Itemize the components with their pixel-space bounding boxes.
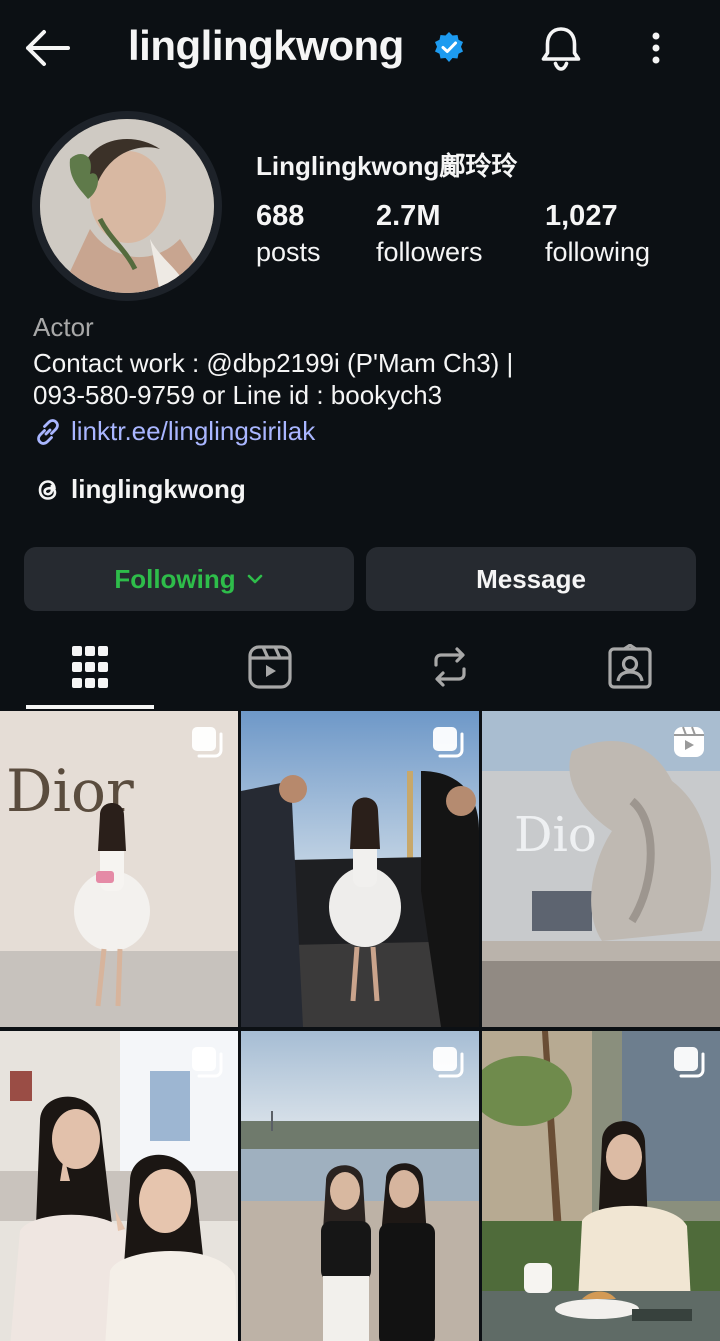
verified-badge-icon (435, 32, 463, 62)
post-thumbnail[interactable] (241, 711, 479, 1027)
display-name: Linglingkwong鄺玲玲 (256, 151, 518, 181)
profile-category: Actor (33, 312, 94, 342)
avatar-photo (40, 119, 214, 293)
reels-icon (248, 645, 292, 689)
bell-icon[interactable] (538, 24, 584, 72)
stat-posts-label: posts (256, 237, 321, 267)
tagged-icon (608, 644, 652, 689)
stat-posts[interactable]: 688 posts (256, 200, 321, 268)
message-label: Message (476, 563, 586, 594)
tab-reposts[interactable] (385, 627, 515, 707)
carousel-icon (433, 1047, 464, 1078)
carousel-icon (192, 727, 223, 758)
stat-followers-count: 2.7M (376, 200, 441, 232)
profile-tabs (0, 627, 720, 709)
post-thumbnail[interactable] (0, 1031, 238, 1341)
svg-text:Dio: Dio (514, 807, 597, 863)
following-label: Following (114, 563, 236, 594)
carousel-icon (433, 727, 464, 758)
post-thumbnail[interactable] (482, 1031, 720, 1341)
post-thumbnail[interactable]: Dio (482, 711, 720, 1027)
tab-tagged[interactable] (565, 627, 695, 707)
profile-avatar[interactable] (32, 111, 222, 301)
post-thumbnail[interactable] (241, 1031, 479, 1341)
profile-link-text: linktr.ee/linglingsirilak (71, 416, 316, 446)
posts-grid: Dior Dio (0, 711, 720, 1341)
bio-line: Contact work : @dbp2199i (P'Mam Ch3) | (33, 348, 514, 378)
stat-following-count: 1,027 (545, 200, 618, 232)
chevron-down-icon (247, 574, 262, 584)
profile-username: linglingkwong (128, 22, 404, 69)
tab-reels[interactable] (205, 627, 335, 707)
bio-line: 093-580-9759 or Line id : bookych3 (33, 380, 443, 410)
stat-followers-label: followers (376, 237, 483, 267)
tab-posts-grid[interactable] (25, 627, 155, 707)
top-bar: linglingkwong (0, 0, 720, 100)
back-arrow-icon[interactable] (22, 26, 72, 70)
threads-icon (38, 479, 57, 500)
carousel-icon (192, 1047, 223, 1078)
stat-following-label: following (545, 237, 651, 267)
profile-bio: Contact work : @dbp2199i (P'Mam Ch3) | 0… (33, 347, 693, 411)
message-button[interactable]: Message (366, 547, 696, 611)
stat-posts-count: 688 (256, 200, 305, 232)
grid-icon (72, 646, 108, 688)
more-vertical-icon[interactable] (640, 28, 672, 68)
stat-following[interactable]: 1,027 following (545, 200, 650, 268)
stat-followers[interactable]: 2.7M followers (376, 200, 483, 268)
profile-link[interactable]: linktr.ee/linglingsirilak (33, 416, 315, 447)
threads-link[interactable]: linglingkwong (33, 474, 246, 505)
link-icon (37, 418, 59, 445)
post-thumbnail[interactable]: Dior (0, 711, 238, 1027)
active-tab-indicator (26, 705, 154, 709)
reel-icon (674, 726, 704, 757)
following-button[interactable]: Following (24, 547, 354, 611)
carousel-icon (674, 1047, 705, 1078)
threads-handle: linglingkwong (71, 474, 246, 504)
reposts-icon (434, 647, 466, 687)
